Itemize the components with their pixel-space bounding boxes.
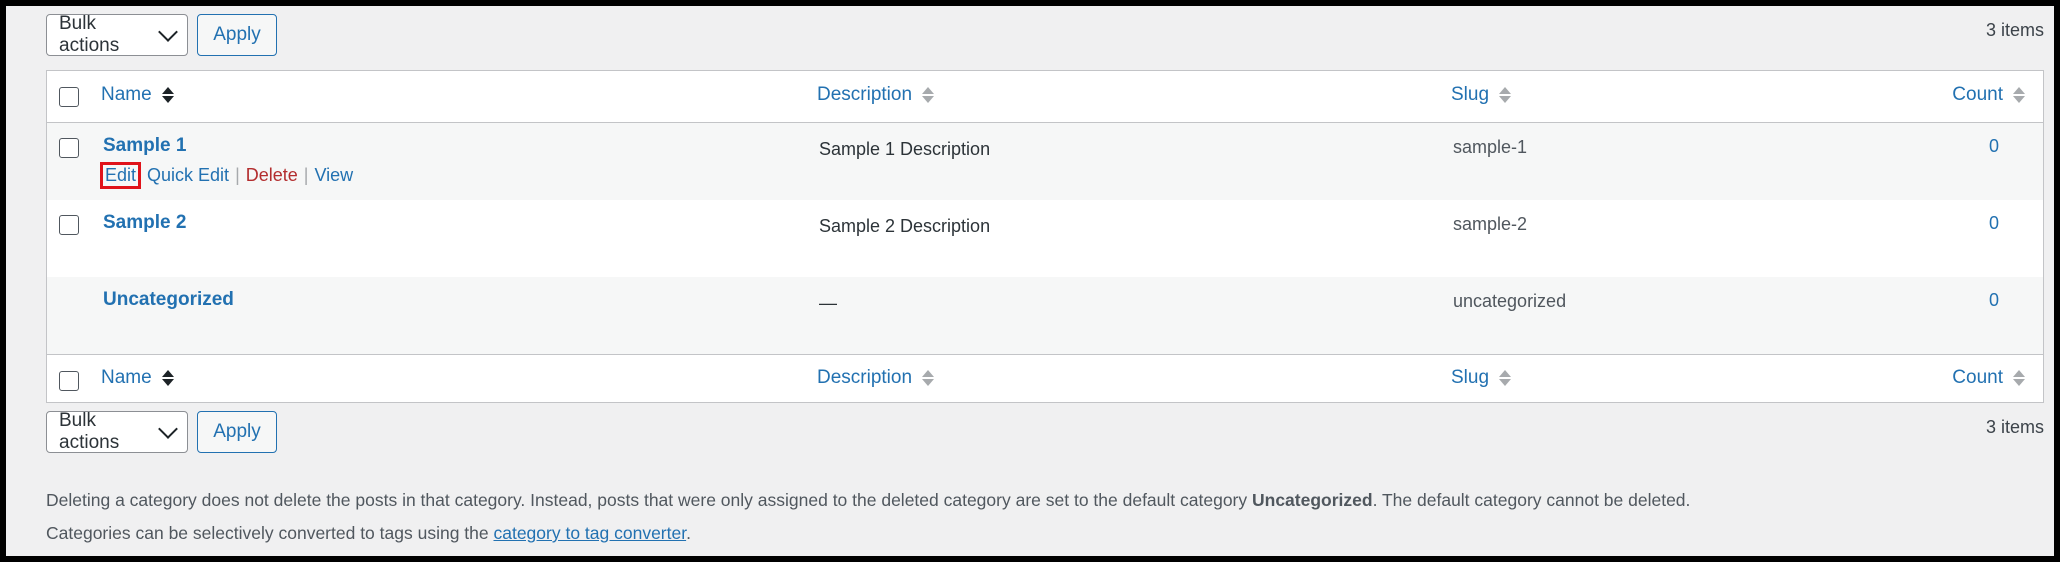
- select-all-checkbox[interactable]: [59, 371, 79, 391]
- note-text: .: [686, 523, 691, 543]
- apply-button[interactable]: Apply: [197, 411, 277, 453]
- note-text: Deleting a category does not delete the …: [46, 490, 1252, 510]
- category-name-link[interactable]: Sample 2: [103, 212, 186, 234]
- column-name-sort[interactable]: Name: [101, 84, 174, 106]
- note-text: Categories can be selectively converted …: [46, 523, 494, 543]
- chevron-down-icon: [158, 22, 178, 42]
- column-description-label: Description: [817, 84, 913, 105]
- row-actions: Edit Quick Edit | Delete | View: [100, 162, 353, 189]
- table-row: Sample 2 Sample 2 Description sample-2 0: [47, 200, 2043, 277]
- column-count-sort[interactable]: Count: [1952, 84, 2025, 106]
- separator: |: [235, 165, 240, 185]
- select-all-checkbox[interactable]: [59, 87, 79, 107]
- category-slug: sample-1: [1453, 137, 1528, 157]
- column-count-label: Count: [1952, 367, 2003, 388]
- table-row: Uncategorized — uncategorized 0: [47, 277, 2043, 354]
- bulk-actions-select[interactable]: Bulk actions: [46, 410, 188, 453]
- quick-edit-link[interactable]: Quick Edit: [147, 165, 229, 186]
- sort-arrows-icon: [161, 370, 174, 386]
- categories-page: Bulk actions Apply 3 items Name Descript…: [6, 6, 2054, 556]
- category-count-link[interactable]: 0: [1989, 136, 1999, 157]
- sort-arrows-icon: [2013, 370, 2025, 386]
- column-count-label: Count: [1952, 84, 2003, 105]
- column-slug-label: Slug: [1451, 367, 1490, 388]
- category-description: Sample 2 Description: [819, 216, 991, 236]
- note-line-1: Deleting a category does not delete the …: [46, 484, 1690, 517]
- items-count: 3 items: [1985, 20, 2044, 40]
- table-footer: Name Description Slug Count: [47, 354, 2043, 402]
- note-line-2: Categories can be selectively converted …: [46, 517, 1690, 550]
- bulk-actions-label: Bulk actions: [59, 13, 120, 56]
- categories-table: Name Description Slug Count Sample 1 Edi…: [46, 70, 2044, 403]
- table-header: Name Description Slug Count: [47, 71, 2043, 123]
- column-description-sort[interactable]: Description: [817, 367, 935, 389]
- category-notes: Deleting a category does not delete the …: [46, 484, 1690, 550]
- table-row: Sample 1 Edit Quick Edit | Delete | View…: [47, 123, 2043, 200]
- bulk-actions-select[interactable]: Bulk actions: [46, 13, 188, 56]
- sort-arrows-icon: [161, 87, 174, 103]
- bulk-actions-label: Bulk actions: [59, 410, 120, 453]
- column-slug-sort[interactable]: Slug: [1451, 84, 1512, 106]
- category-description: Sample 1 Description: [819, 139, 991, 159]
- apply-button[interactable]: Apply: [197, 14, 277, 56]
- category-count-link[interactable]: 0: [1989, 213, 1999, 234]
- row-checkbox[interactable]: [59, 215, 79, 235]
- column-slug-sort[interactable]: Slug: [1451, 367, 1512, 389]
- category-count-link[interactable]: 0: [1989, 290, 1999, 311]
- sort-arrows-icon: [1499, 370, 1512, 386]
- delete-link[interactable]: Delete: [246, 165, 298, 186]
- sort-arrows-icon: [1499, 87, 1512, 103]
- column-name-sort[interactable]: Name: [101, 367, 174, 389]
- category-name-link[interactable]: Sample 1: [103, 135, 186, 157]
- sort-arrows-icon: [2013, 87, 2025, 103]
- row-checkbox[interactable]: [59, 138, 79, 158]
- column-slug-label: Slug: [1451, 84, 1490, 105]
- tablenav-bottom: Bulk actions Apply 3 items: [46, 410, 2044, 455]
- column-count-sort[interactable]: Count: [1952, 367, 2025, 389]
- tag-converter-link[interactable]: category to tag converter: [493, 523, 686, 543]
- category-slug: uncategorized: [1453, 291, 1567, 311]
- tablenav-top: Bulk actions Apply 3 items: [46, 13, 2044, 58]
- view-link[interactable]: View: [314, 165, 353, 186]
- note-text: . The default category cannot be deleted…: [1372, 490, 1691, 510]
- sort-arrows-icon: [922, 370, 935, 386]
- sort-arrows-icon: [922, 87, 935, 103]
- category-name-link[interactable]: Uncategorized: [103, 289, 234, 311]
- note-bold-text: Uncategorized: [1252, 490, 1373, 510]
- chevron-down-icon: [158, 419, 178, 439]
- edit-link[interactable]: Edit: [100, 162, 142, 189]
- category-description: —: [819, 293, 837, 313]
- column-name-label: Name: [101, 367, 152, 388]
- column-name-label: Name: [101, 84, 152, 105]
- column-description-label: Description: [817, 367, 913, 388]
- category-slug: sample-2: [1453, 214, 1528, 234]
- content-area: Bulk actions Apply 3 items Name Descript…: [46, 13, 2044, 455]
- items-count: 3 items: [1985, 417, 2044, 437]
- column-description-sort[interactable]: Description: [817, 84, 935, 106]
- separator: |: [303, 165, 309, 185]
